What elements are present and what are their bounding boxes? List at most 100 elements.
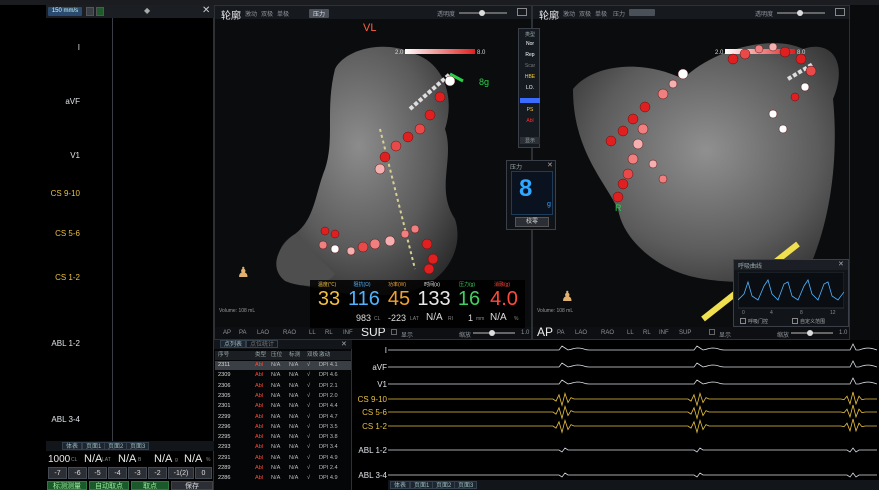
channel-label[interactable]: CS 9-10 — [40, 189, 80, 198]
lesion-tag[interactable] — [778, 124, 788, 134]
lesion-tag[interactable] — [384, 235, 396, 247]
lesion-tag[interactable] — [768, 42, 778, 52]
lesion-tag[interactable] — [318, 240, 328, 250]
lesion-tag[interactable] — [374, 163, 386, 175]
tab-page-1[interactable]: 页面1 — [82, 442, 106, 450]
display-checkbox[interactable] — [391, 329, 397, 335]
step-button-minus7[interactable]: -7 — [48, 467, 67, 479]
table-row[interactable]: 2295 Abl N/A N/A √ DPI 3.8 — [215, 433, 351, 442]
table-header-cell[interactable]: 双极 — [307, 351, 318, 360]
trace-label[interactable]: ABL 1-2 — [352, 446, 387, 455]
legend-display-button[interactable]: 显示 — [520, 137, 540, 144]
table-row[interactable]: 2293 Abl N/A N/A √ DPI 3.4 — [215, 443, 351, 452]
view-rao[interactable]: RAO — [283, 330, 296, 336]
legend-item[interactable]: PS — [520, 107, 540, 113]
table-row[interactable]: 2309 Abl N/A N/A √ DPI 4.6 — [215, 371, 351, 380]
table-header-cell[interactable]: 标测 — [289, 351, 300, 360]
view-ll[interactable]: LL — [309, 330, 316, 336]
lesion-tag[interactable] — [434, 91, 446, 103]
view-rao-right[interactable]: RAO — [601, 330, 614, 336]
maximize-icon[interactable] — [517, 8, 527, 16]
lesion-tag[interactable] — [346, 246, 356, 256]
auto-point-button[interactable]: 自动取点 — [89, 481, 129, 490]
trace-tab-page-2[interactable]: 页面2 — [432, 481, 456, 489]
lesion-tag[interactable] — [402, 131, 414, 143]
lesion-tag[interactable] — [657, 88, 669, 100]
lesion-tag[interactable] — [632, 138, 644, 150]
force-panel-close-icon[interactable]: ✕ — [547, 161, 553, 169]
zoom-slider[interactable] — [473, 330, 515, 336]
view-sup-right[interactable]: SUP — [679, 330, 691, 336]
menu-pressure[interactable]: 压力 — [309, 9, 330, 18]
sweep-speed-button[interactable]: 150 mm/s — [48, 7, 82, 16]
menu-unipolar[interactable]: 单极 — [277, 9, 289, 18]
lesion-tag[interactable] — [390, 140, 402, 152]
lesion-tag[interactable] — [754, 44, 764, 54]
tab-page-3[interactable]: 页面3 — [126, 442, 150, 450]
respiration-close-icon[interactable]: ✕ — [838, 260, 844, 268]
lesion-tag[interactable] — [637, 123, 649, 135]
lesion-tag[interactable] — [658, 174, 668, 184]
step-button-minus1[interactable]: -1(2) — [168, 467, 194, 479]
lesion-tag[interactable] — [414, 123, 426, 135]
trace-tab-page-1[interactable]: 页面1 — [410, 481, 434, 489]
view-inf[interactable]: INF — [343, 330, 353, 336]
transparency-slider-right[interactable] — [777, 10, 825, 16]
save-button[interactable]: 保存 — [171, 481, 213, 490]
tab-point-stats[interactable]: 点位统计 — [246, 340, 279, 348]
menu-activation-right[interactable]: 激动 — [563, 9, 575, 18]
trace-label[interactable]: V1 — [352, 380, 387, 389]
lesion-tag[interactable] — [768, 109, 778, 119]
take-point-button[interactable]: 取点 — [131, 481, 169, 490]
lesion-tag[interactable] — [427, 253, 439, 265]
tab-point-list[interactable]: 点列表 — [220, 340, 247, 348]
step-button-zero[interactable]: 0 — [195, 467, 212, 479]
zoom-slider-right[interactable] — [791, 330, 833, 336]
lesion-tag[interactable] — [410, 224, 420, 234]
resp-gating-checkbox[interactable] — [740, 318, 746, 324]
menu-activation[interactable]: 激动 — [245, 9, 257, 18]
step-button-minus2[interactable]: -2 — [148, 467, 167, 479]
trace-label[interactable]: CS 9-10 — [352, 395, 387, 404]
tab-page-2[interactable]: 页面2 — [104, 442, 128, 450]
trace-label[interactable]: CS 1-2 — [352, 422, 387, 431]
lesion-tag[interactable] — [639, 101, 651, 113]
step-button-minus4[interactable]: -4 — [108, 467, 127, 479]
menu-bipolar[interactable]: 双极 — [261, 9, 273, 18]
channel-label[interactable]: V1 — [40, 151, 80, 160]
lesion-tag[interactable] — [727, 53, 739, 65]
lesion-tag[interactable] — [617, 178, 629, 190]
lesion-tag[interactable] — [677, 68, 689, 80]
table-row[interactable]: 2306 Abl N/A N/A √ DPI 2.1 — [215, 382, 351, 391]
lesion-tag[interactable] — [330, 244, 340, 254]
lesion-tag[interactable] — [805, 65, 817, 77]
layout-icon[interactable] — [86, 7, 94, 16]
lesion-tag[interactable] — [739, 48, 751, 60]
view-inf-right[interactable]: INF — [659, 330, 669, 336]
trace-tab-page-3[interactable]: 页面3 — [454, 481, 478, 489]
lesion-tag[interactable] — [612, 191, 624, 203]
view-rl[interactable]: RL — [325, 330, 333, 336]
menu-bipolar-right[interactable]: 双极 — [579, 9, 591, 18]
lesion-tag[interactable] — [779, 46, 791, 58]
table-row[interactable]: 2299 Abl N/A N/A √ DPI 4.7 — [215, 413, 351, 422]
channel-label[interactable]: ABL 1-2 — [40, 339, 80, 348]
view-rl-right[interactable]: RL — [643, 330, 651, 336]
legend-item[interactable]: LO. — [520, 85, 540, 91]
display-checkbox-right[interactable] — [709, 329, 715, 335]
view-lao-right[interactable]: LAO — [575, 330, 587, 336]
lesion-tag[interactable] — [379, 151, 391, 163]
lesion-tag[interactable] — [400, 229, 410, 239]
legend-item[interactable]: Scar — [520, 63, 540, 69]
table-row[interactable]: 2305 Abl N/A N/A √ DPI 2.0 — [215, 392, 351, 401]
lesion-tag[interactable] — [668, 79, 678, 89]
close-icon[interactable]: ✕ — [202, 6, 210, 16]
lesion-tag[interactable] — [330, 229, 340, 239]
channel-label[interactable]: I — [40, 43, 80, 52]
transparency-slider[interactable] — [459, 10, 507, 16]
lesion-tag[interactable] — [627, 113, 639, 125]
lesion-tag[interactable] — [424, 109, 436, 121]
channel-label[interactable]: CS 1-2 — [40, 273, 80, 282]
table-row[interactable]: 2289 Abl N/A N/A √ DPI 2.4 — [215, 464, 351, 473]
lesion-tag[interactable] — [423, 263, 435, 275]
